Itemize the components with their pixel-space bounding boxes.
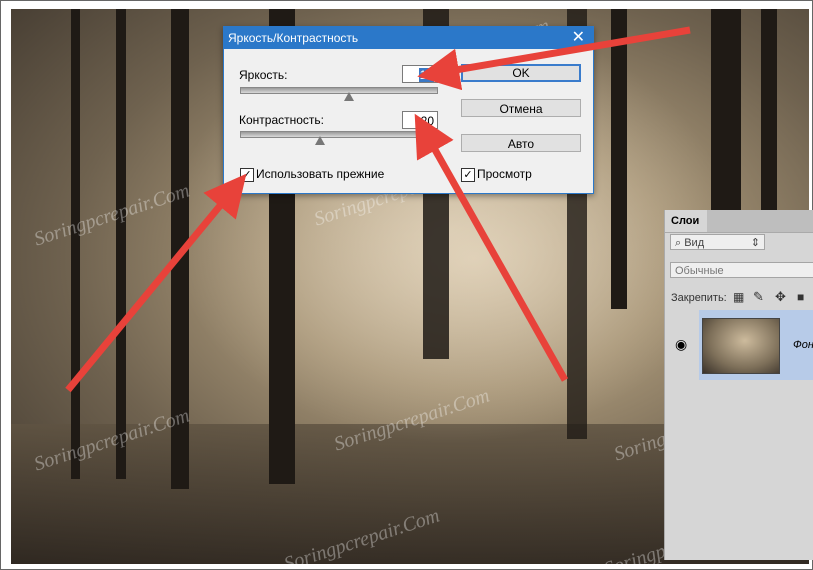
layer-name: Фон <box>793 339 813 351</box>
brightness-contrast-dialog: Яркость/Контрастность ✕ Яркость: 10 Конт… <box>223 26 594 194</box>
auto-button[interactable]: Авто <box>461 134 581 152</box>
eye-icon[interactable]: ◉ <box>675 336 687 353</box>
contrast-slider-track[interactable] <box>240 131 438 138</box>
tab-layers[interactable]: Слои <box>665 210 707 232</box>
brightness-slider-thumb[interactable] <box>344 92 354 101</box>
tree-trunk <box>71 9 80 479</box>
brightness-slider-track[interactable] <box>240 87 438 94</box>
close-icon[interactable]: ✕ <box>572 27 585 49</box>
contrast-value: -20 <box>416 114 434 128</box>
brightness-input[interactable]: 10 <box>402 65 438 83</box>
dialog-titlebar[interactable]: Яркость/Контрастность ✕ <box>224 27 593 49</box>
tree-trunk <box>711 9 741 239</box>
tree-trunk <box>761 9 777 229</box>
layer-thumbnail <box>702 318 780 374</box>
brightness-label: Яркость: <box>239 68 288 82</box>
layer-row-background[interactable]: Фон <box>699 310 813 380</box>
panel-tabs: Слои <box>665 210 813 233</box>
blend-mode-dropdown[interactable]: Обычные <box>670 262 813 278</box>
preview-checkbox[interactable]: ✓ <box>461 168 475 182</box>
ok-button[interactable]: OK <box>461 64 581 82</box>
contrast-label: Контрастность: <box>239 113 325 127</box>
lock-transparent-icon[interactable]: ▦ <box>733 290 744 304</box>
move-icon[interactable]: ✥ <box>775 289 786 305</box>
use-legacy-label[interactable]: Использовать прежние <box>256 167 384 181</box>
chevron-updown-icon: ⇕ <box>750 237 760 249</box>
lock-label: Закрепить: <box>671 292 727 304</box>
layers-panel: Слои ⌕ Вид ⇕ Обычные Закрепить: ▦ ✎ ✥ ■ … <box>664 210 813 560</box>
contrast-input[interactable]: -20 <box>402 111 438 129</box>
layer-filter-label: Вид <box>684 237 705 249</box>
search-icon: ⌕ <box>675 237 685 249</box>
use-legacy-checkbox[interactable]: ✓ <box>240 168 254 182</box>
brightness-value: 10 <box>418 68 434 82</box>
preview-label[interactable]: Просмотр <box>477 167 532 181</box>
brush-icon[interactable]: ✎ <box>753 289 764 305</box>
contrast-slider-thumb[interactable] <box>315 136 325 145</box>
tree-trunk <box>116 9 126 479</box>
dialog-title: Яркость/Контрастность <box>228 31 359 45</box>
blend-mode-label: Обычные <box>675 265 724 277</box>
tree-trunk <box>611 9 627 309</box>
lock-icon[interactable]: ■ <box>797 290 804 304</box>
cancel-button[interactable]: Отмена <box>461 99 581 117</box>
layer-filter-dropdown[interactable]: ⌕ Вид ⇕ <box>670 234 765 250</box>
